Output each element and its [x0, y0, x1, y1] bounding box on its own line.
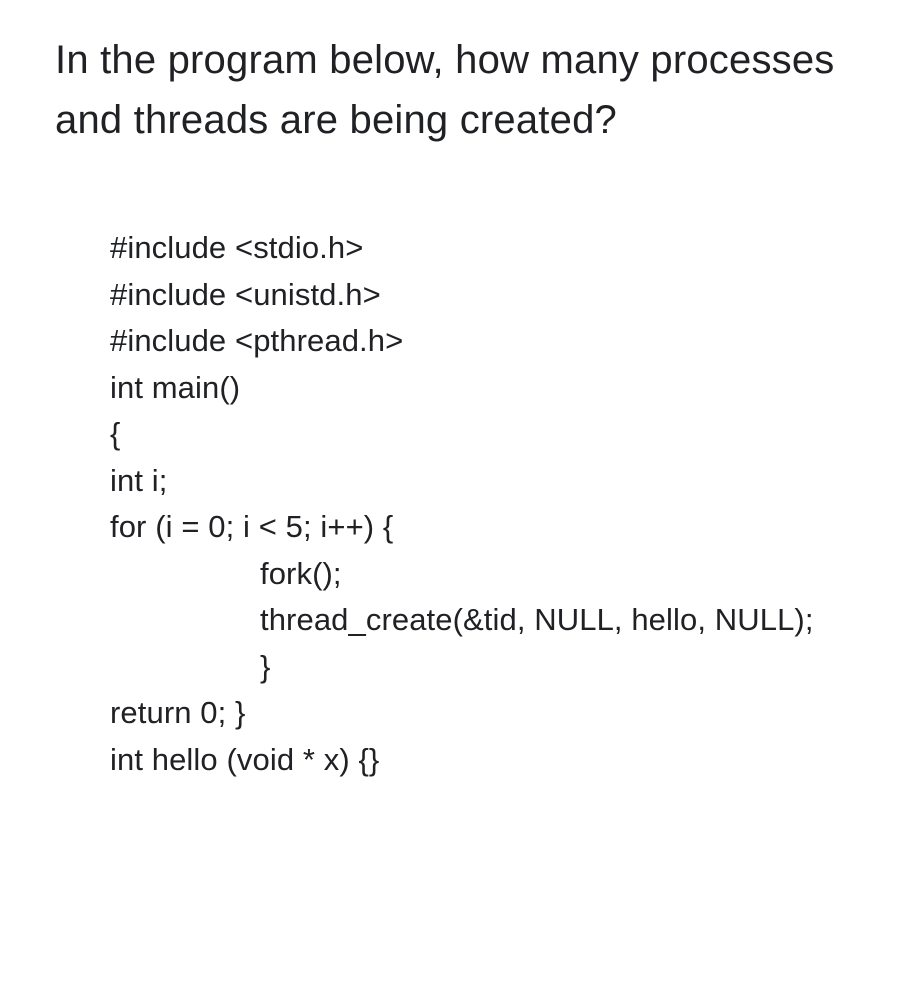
question-text: In the program below, how many processes… — [55, 30, 868, 150]
code-line: #include <stdio.h> — [110, 225, 868, 272]
code-line-indented: fork(); — [110, 551, 868, 598]
code-line: int main() — [110, 365, 868, 412]
code-line: int i; — [110, 458, 868, 505]
code-line: { — [110, 411, 868, 458]
code-line: #include <unistd.h> — [110, 272, 868, 319]
code-line-indented: thread_create(&tid, NULL, hello, NULL); — [110, 597, 868, 644]
code-line: for (i = 0; i < 5; i++) { — [110, 504, 868, 551]
code-line: #include <pthread.h> — [110, 318, 868, 365]
code-block: #include <stdio.h> #include <unistd.h> #… — [55, 225, 868, 783]
code-line: return 0; } — [110, 690, 868, 737]
code-line: int hello (void * x) {} — [110, 737, 868, 784]
code-line-indented: } — [110, 644, 868, 691]
